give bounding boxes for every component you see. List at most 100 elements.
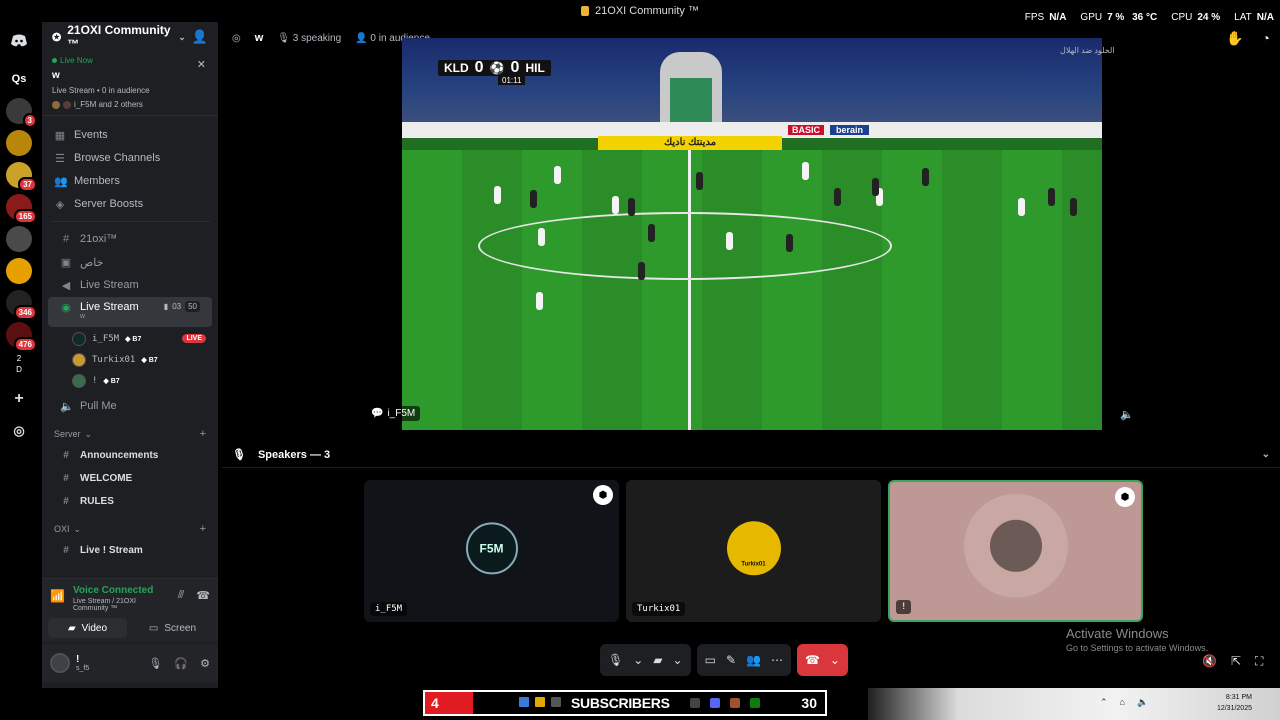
nav-item-browse-channels[interactable]: ☰ Browse Channels: [42, 147, 218, 169]
user-name[interactable]: !: [76, 654, 89, 665]
headphones-icon[interactable]: 🎧: [174, 657, 188, 670]
chevron-down-icon[interactable]: ⌄: [633, 653, 643, 667]
disconnect-icon[interactable]: ☎: [196, 589, 210, 602]
activity-control[interactable]: ▭ ✎ 👥 ⋯: [696, 644, 791, 676]
add-channel-icon[interactable]: +: [200, 428, 206, 440]
microphone-icon[interactable]: 🎙: [608, 653, 623, 667]
more-icon[interactable]: ⋯: [771, 653, 783, 667]
hash-icon: #: [63, 544, 69, 556]
app-icon[interactable]: [730, 698, 740, 708]
server-icon[interactable]: [6, 226, 32, 252]
chevron-up-icon[interactable]: ⌃: [1100, 697, 1108, 708]
speakers-section-header[interactable]: 🎙 Speakers — 3 ⌄: [222, 442, 1280, 468]
server-icon[interactable]: 37: [6, 162, 37, 192]
member-name: Turkix01: [92, 354, 136, 365]
server-header[interactable]: ✪ 21OXI Community ™ ⌄ 👤: [42, 22, 218, 52]
direct-messages-icon[interactable]: Qs: [6, 66, 32, 92]
channel-item[interactable]: ◀ Live Stream: [48, 274, 212, 296]
live-now-card[interactable]: Live Now ✕ w Live Stream • 0 in audience…: [42, 52, 218, 116]
channel-item[interactable]: #21oxi™: [48, 228, 212, 250]
microphone-icon[interactable]: 🎙: [148, 657, 162, 670]
fullscreen-icon[interactable]: ⛶: [1255, 654, 1263, 669]
file-explorer-icon[interactable]: [535, 697, 545, 707]
noise-suppression-icon[interactable]: ⫻: [178, 589, 185, 602]
live-now-label: Live Now: [52, 56, 208, 65]
server-folder-label[interactable]: 2: [17, 354, 21, 363]
player-figure: [1048, 188, 1055, 206]
soundboard-icon[interactable]: ✎: [726, 653, 736, 667]
moderator-shield-icon[interactable]: ⬢: [1115, 487, 1135, 507]
channel-label: خاص: [80, 256, 104, 269]
app-icon[interactable]: [551, 697, 561, 707]
chevron-down-icon[interactable]: ⌄: [673, 653, 683, 667]
add-server-icon[interactable]: +: [6, 386, 32, 412]
speaker-tile[interactable]: ⬢!: [888, 480, 1143, 622]
volume-icon[interactable]: 🔈: [1137, 697, 1148, 708]
screen-share-button[interactable]: ▭ Screen: [133, 618, 212, 638]
voice-member[interactable]: ! ◆ B7: [42, 370, 218, 391]
voice-status[interactable]: Voice Connected: [73, 585, 170, 596]
voice-connected-panel: 📶 Voice Connected Live Stream / 21OXI Co…: [42, 578, 218, 642]
channel-label: RULES: [80, 495, 114, 507]
avatar[interactable]: [50, 653, 70, 673]
popout-icon[interactable]: ⇱: [1231, 654, 1241, 669]
camera-icon: ▮: [163, 302, 169, 311]
nav-item-events[interactable]: ▦ Events: [42, 124, 218, 146]
channel-item[interactable]: # WELCOME: [48, 467, 212, 489]
volume-icon[interactable]: 🔈: [1120, 408, 1134, 421]
mute-output-icon[interactable]: 🔇: [1202, 654, 1217, 669]
server-icon[interactable]: 476: [6, 322, 37, 352]
screen-share-icon[interactable]: ▭: [705, 653, 716, 667]
nav-item-server-boosts[interactable]: ◈ Server Boosts: [42, 193, 218, 215]
camera-off-icon[interactable]: ▰: [653, 653, 662, 667]
video-button[interactable]: ▰ Video: [48, 618, 127, 638]
voice-member[interactable]: i_F5M ◆ B7 LIVE: [42, 328, 218, 349]
category-server[interactable]: Server ⌄ +: [42, 425, 218, 443]
category-oxi[interactable]: OXI ⌄ +: [42, 520, 218, 538]
signal-icon[interactable]: 📶: [50, 589, 65, 603]
channel-live-stream-active[interactable]: ◉ Live Stream w ▮ 03 50: [48, 297, 212, 327]
add-channel-icon[interactable]: +: [200, 523, 206, 535]
channel-item[interactable]: ▣ خاص: [48, 251, 212, 273]
avatar: [963, 493, 1068, 598]
nav-item-members[interactable]: 👥 Members: [42, 170, 218, 192]
gear-icon[interactable]: ⚙: [200, 657, 210, 670]
discord-taskbar-icon[interactable]: [710, 698, 720, 708]
away-team: HIL: [525, 61, 545, 75]
hang-up-icon[interactable]: ☎: [805, 653, 820, 667]
chevron-down-icon[interactable]: ⌄: [1262, 449, 1270, 460]
invite-people-icon[interactable]: 👤: [192, 29, 208, 45]
raise-hand-icon[interactable]: ✋: [1226, 30, 1243, 47]
member-tag: ◆ B7: [141, 356, 158, 364]
discord-home-icon[interactable]: [6, 28, 32, 54]
server-icon[interactable]: [6, 258, 32, 284]
steam-icon[interactable]: [690, 698, 700, 708]
threads-icon[interactable]: ◔: [1262, 30, 1270, 47]
channel-item[interactable]: # Live ! Stream: [48, 539, 212, 561]
channel-item[interactable]: # Announcements: [48, 444, 212, 466]
server-icon[interactable]: 3: [6, 98, 37, 128]
mic-control[interactable]: 🎙 ⌄ ▰ ⌄: [600, 644, 691, 676]
invite-icon[interactable]: 👥: [746, 653, 761, 667]
server-folder-label-2[interactable]: D: [16, 365, 22, 374]
speaker-tile[interactable]: Turkix01 Turkix01: [626, 480, 881, 622]
voice-channel-path[interactable]: Live Stream / 21OXI Community ™: [73, 598, 170, 612]
stream-video[interactable]: BASIC berain مدينتك ناديك KLD 0 ⚽ 0 HIL …: [402, 38, 1102, 430]
chevron-down-icon[interactable]: ⌄: [830, 653, 840, 667]
windows-start-icon[interactable]: [519, 697, 529, 707]
server-icon[interactable]: 346: [6, 290, 37, 320]
network-icon[interactable]: ⌂: [1120, 697, 1125, 708]
discover-icon[interactable]: ◎: [6, 418, 32, 444]
xbox-icon[interactable]: [750, 698, 760, 708]
moderator-shield-icon[interactable]: ⬢: [593, 485, 613, 505]
server-icon[interactable]: [6, 130, 32, 156]
server-icon[interactable]: 165: [6, 194, 37, 224]
channel-item[interactable]: # RULES: [48, 490, 212, 512]
channel-pull-me[interactable]: 🔈 Pull Me: [48, 395, 212, 417]
voice-member[interactable]: Turkix01 ◆ B7: [42, 349, 218, 370]
subscribers-label: SUBSCRIBERS: [571, 695, 670, 711]
close-icon[interactable]: ✕: [197, 58, 206, 71]
system-clock[interactable]: 8:31 PM 12/31/2025: [1217, 692, 1252, 714]
disconnect-button[interactable]: ☎ ⌄: [796, 644, 848, 676]
speaker-tile[interactable]: F5M ⬢ i_F5M: [364, 480, 619, 622]
